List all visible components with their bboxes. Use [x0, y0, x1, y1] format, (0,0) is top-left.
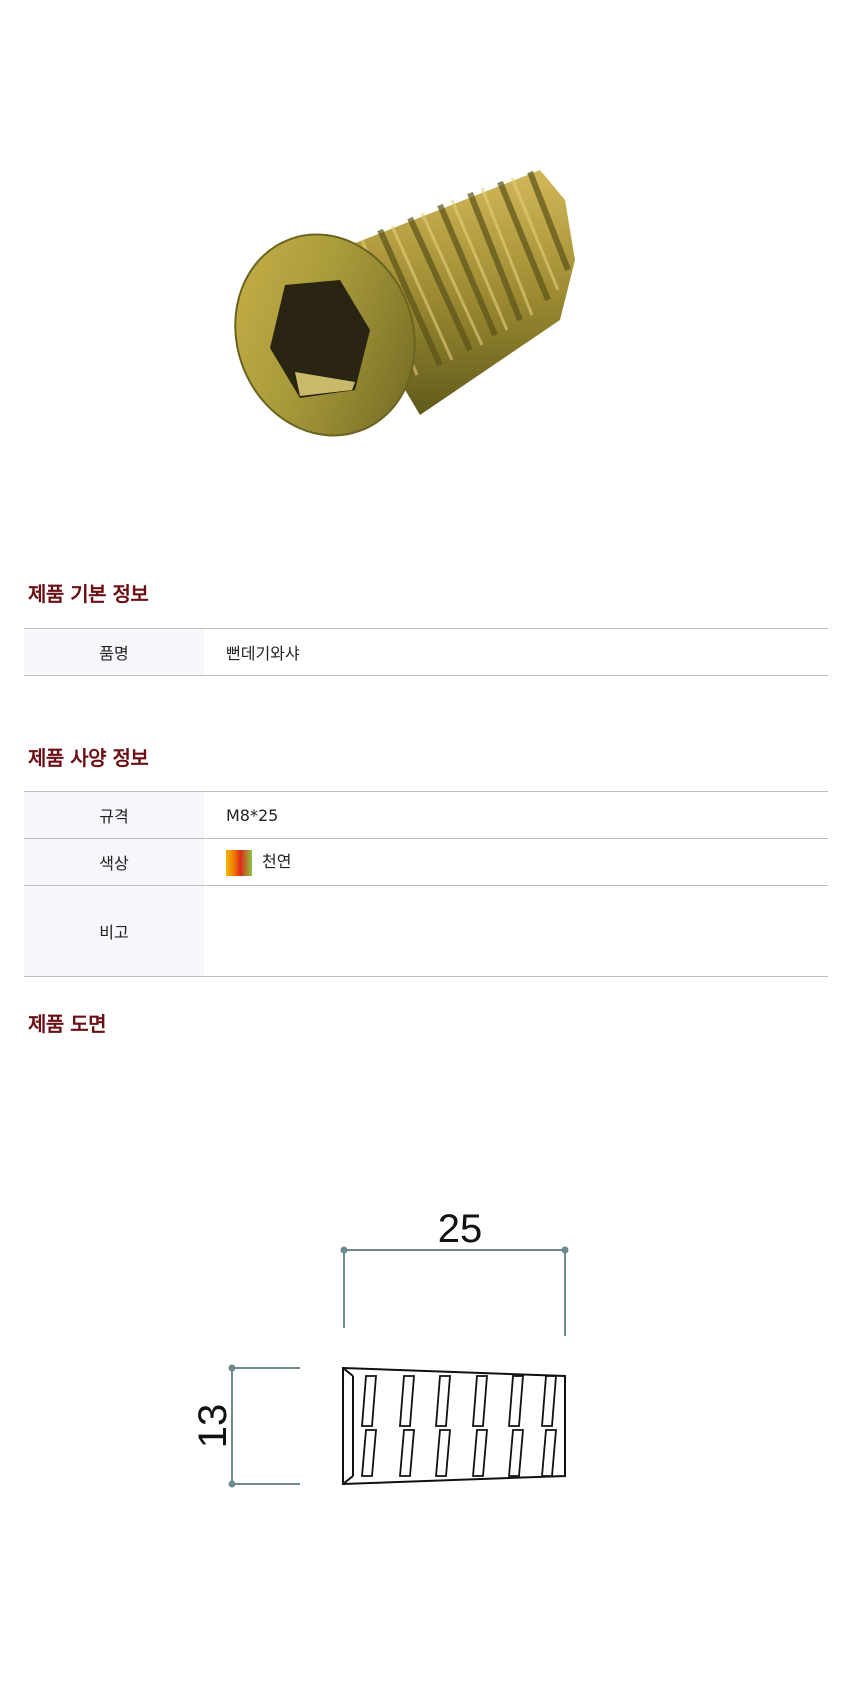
note-label: 비고 [24, 885, 204, 977]
technical-drawing: 25 13 [191, 1207, 569, 1488]
diameter-dimension-label: 13 [191, 1404, 235, 1449]
size-label: 규격 [24, 791, 204, 839]
product-name-value: 뻔데기와샤 [204, 628, 828, 676]
color-label: 색상 [24, 838, 204, 886]
color-value: 천연 [262, 852, 292, 872]
product-name-label: 품명 [24, 628, 204, 676]
length-dimension-label: 25 [438, 1207, 483, 1251]
note-value [204, 885, 828, 977]
section-title-spec: 제품 사양 정보 [28, 746, 149, 770]
insert-outline [342, 1366, 566, 1486]
color-swatch [226, 849, 252, 876]
table-row: 규격 M8*25 [24, 791, 828, 839]
basic-info-table: 품명 뻔데기와샤 [24, 628, 828, 676]
spec-info-table: 규격 M8*25 색상 천연 비고 [24, 791, 828, 977]
product-photo [234, 170, 575, 437]
size-value: M8*25 [204, 791, 828, 839]
table-row: 비고 [24, 885, 828, 977]
color-value-cell: 천연 [204, 838, 828, 886]
table-row: 품명 뻔데기와샤 [24, 628, 828, 676]
thread-slots [361, 1375, 557, 1477]
section-title-drawing: 제품 도면 [28, 1012, 107, 1036]
section-title-basic: 제품 기본 정보 [28, 582, 149, 606]
table-row: 색상 천연 [24, 838, 828, 886]
